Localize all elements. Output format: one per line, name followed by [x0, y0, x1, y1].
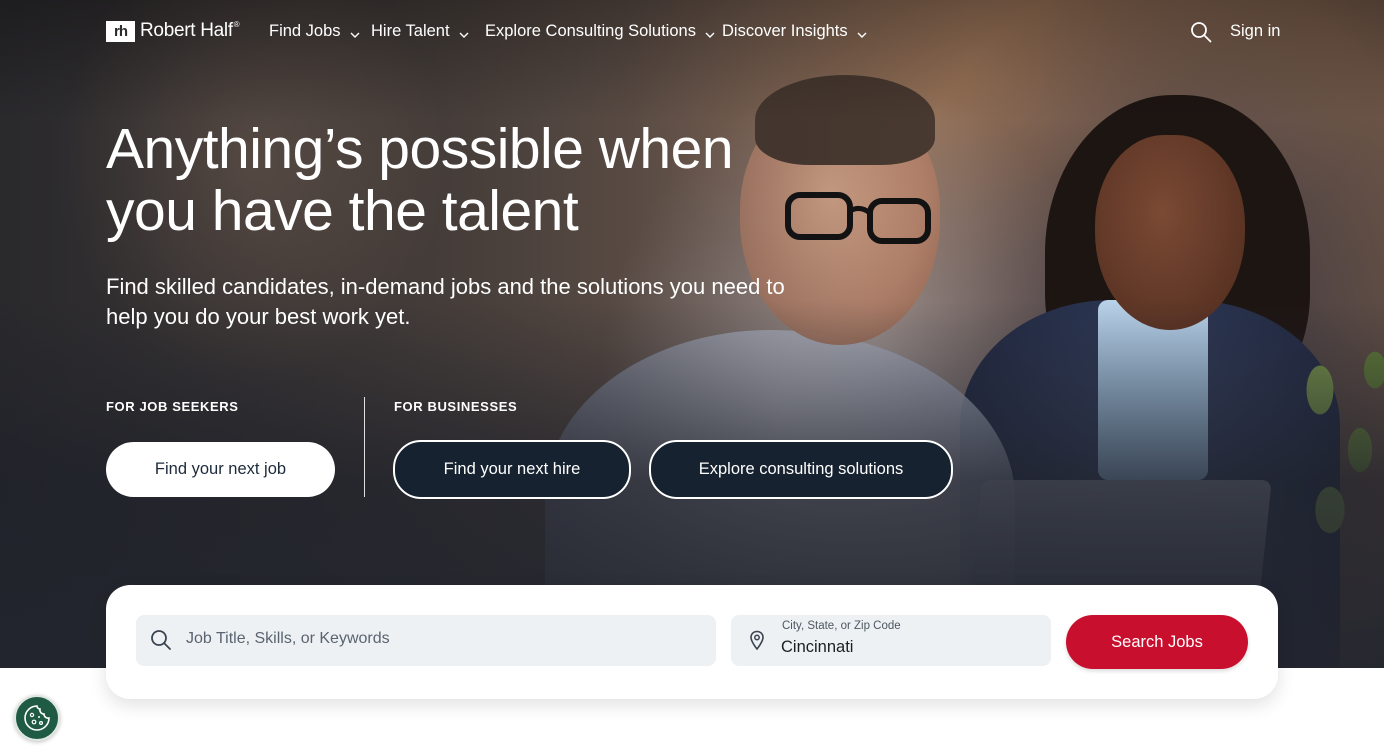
chevron-down-icon: [857, 32, 867, 38]
search-icon: [151, 630, 171, 650]
hero-subhead: Find skilled candidates, in-demand jobs …: [106, 274, 785, 329]
logo-wordmark: Robert Half®: [140, 20, 240, 41]
nav-explore-consulting[interactable]: Explore Consulting Solutions: [485, 22, 716, 41]
hero-background-image: [0, 0, 1384, 668]
businesses-label: FOR BUSINESSES: [394, 399, 518, 414]
cta-divider: [364, 397, 365, 497]
cookie-settings-button[interactable]: [14, 695, 60, 741]
location-field[interactable]: City, State, or Zip Code: [731, 615, 1051, 666]
hero-overlay: [0, 0, 1384, 668]
job-search-card: City, State, or Zip Code Search Jobs: [106, 585, 1278, 699]
top-nav: rh Robert Half® Find Jobs Hire Talent Ex…: [0, 0, 1384, 66]
search-jobs-button[interactable]: Search Jobs: [1066, 615, 1248, 669]
logo-mark: rh: [106, 20, 135, 42]
nav-discover-insights[interactable]: Discover Insights: [722, 22, 868, 41]
nav-find-jobs-label: Find Jobs: [269, 22, 341, 40]
keyword-field[interactable]: [136, 615, 716, 666]
find-next-hire-button[interactable]: Find your next hire: [393, 440, 631, 499]
chevron-down-icon: [350, 32, 360, 38]
keyword-input[interactable]: [186, 630, 696, 648]
location-pin-icon: [750, 630, 764, 651]
location-field-label: City, State, or Zip Code: [782, 620, 901, 632]
nav-find-jobs[interactable]: Find Jobs: [269, 22, 361, 41]
robert-half-logo[interactable]: rh Robert Half®: [106, 20, 240, 42]
nav-hire-talent[interactable]: Hire Talent: [371, 22, 470, 41]
sign-in-link[interactable]: Sign in: [1230, 22, 1280, 41]
chevron-down-icon: [705, 32, 715, 38]
job-seekers-label: FOR JOB SEEKERS: [106, 399, 239, 414]
explore-consulting-button[interactable]: Explore consulting solutions: [649, 440, 953, 499]
nav-discover-insights-label: Discover Insights: [722, 22, 848, 40]
nav-explore-consulting-label: Explore Consulting Solutions: [485, 22, 696, 40]
find-next-job-button[interactable]: Find your next job: [106, 442, 335, 497]
hero-headline: Anything’s possible when you have the ta…: [106, 117, 734, 243]
nav-hire-talent-label: Hire Talent: [371, 22, 450, 40]
cookie-icon: [24, 705, 50, 731]
chevron-down-icon: [459, 32, 469, 38]
location-input[interactable]: [781, 638, 1031, 657]
search-icon[interactable]: [1190, 21, 1212, 43]
